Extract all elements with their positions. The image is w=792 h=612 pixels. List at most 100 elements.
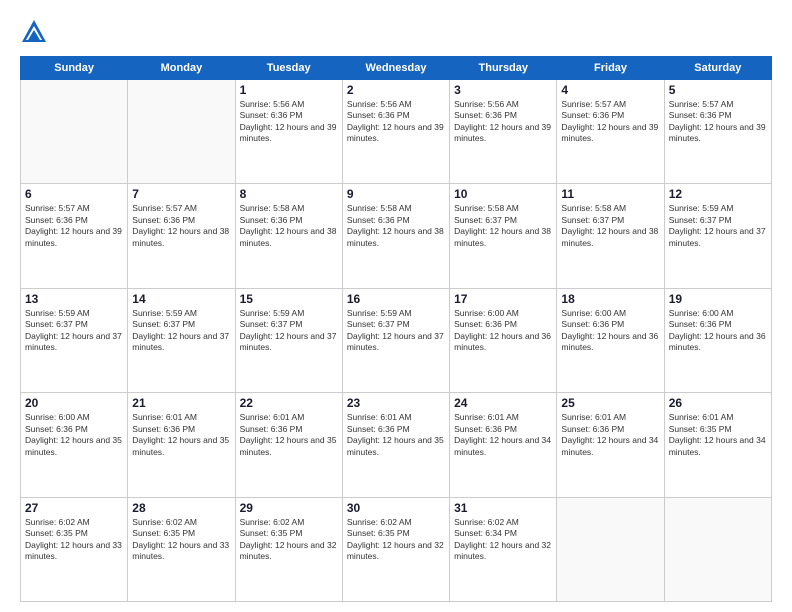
day-cell: 20 Sunrise: 6:00 AMSunset: 6:36 PMDaylig…	[21, 393, 128, 497]
day-number: 28	[132, 501, 230, 515]
day-cell: 13 Sunrise: 5:59 AMSunset: 6:37 PMDaylig…	[21, 288, 128, 392]
day-number: 27	[25, 501, 123, 515]
cell-info: Sunrise: 5:57 AMSunset: 6:36 PMDaylight:…	[669, 99, 767, 145]
day-cell: 14 Sunrise: 5:59 AMSunset: 6:37 PMDaylig…	[128, 288, 235, 392]
day-number: 1	[240, 83, 338, 97]
page: SundayMondayTuesdayWednesdayThursdayFrid…	[0, 0, 792, 612]
day-number: 9	[347, 187, 445, 201]
day-cell: 15 Sunrise: 5:59 AMSunset: 6:37 PMDaylig…	[235, 288, 342, 392]
cell-info: Sunrise: 6:01 AMSunset: 6:36 PMDaylight:…	[454, 412, 552, 458]
week-row-1: 1 Sunrise: 5:56 AMSunset: 6:36 PMDayligh…	[21, 80, 772, 184]
day-cell: 8 Sunrise: 5:58 AMSunset: 6:36 PMDayligh…	[235, 184, 342, 288]
day-number: 2	[347, 83, 445, 97]
cell-info: Sunrise: 5:57 AMSunset: 6:36 PMDaylight:…	[561, 99, 659, 145]
day-number: 26	[669, 396, 767, 410]
day-number: 10	[454, 187, 552, 201]
day-cell: 29 Sunrise: 6:02 AMSunset: 6:35 PMDaylig…	[235, 497, 342, 601]
week-row-3: 13 Sunrise: 5:59 AMSunset: 6:37 PMDaylig…	[21, 288, 772, 392]
day-cell	[128, 80, 235, 184]
cell-info: Sunrise: 5:58 AMSunset: 6:36 PMDaylight:…	[347, 203, 445, 249]
day-header-thursday: Thursday	[450, 57, 557, 80]
day-number: 29	[240, 501, 338, 515]
day-header-friday: Friday	[557, 57, 664, 80]
day-number: 6	[25, 187, 123, 201]
day-cell: 16 Sunrise: 5:59 AMSunset: 6:37 PMDaylig…	[342, 288, 449, 392]
day-cell: 12 Sunrise: 5:59 AMSunset: 6:37 PMDaylig…	[664, 184, 771, 288]
day-cell: 24 Sunrise: 6:01 AMSunset: 6:36 PMDaylig…	[450, 393, 557, 497]
day-number: 5	[669, 83, 767, 97]
day-cell	[664, 497, 771, 601]
cell-info: Sunrise: 5:59 AMSunset: 6:37 PMDaylight:…	[25, 308, 123, 354]
cell-info: Sunrise: 5:58 AMSunset: 6:37 PMDaylight:…	[561, 203, 659, 249]
day-number: 15	[240, 292, 338, 306]
day-header-saturday: Saturday	[664, 57, 771, 80]
day-header-sunday: Sunday	[21, 57, 128, 80]
day-cell: 4 Sunrise: 5:57 AMSunset: 6:36 PMDayligh…	[557, 80, 664, 184]
day-number: 21	[132, 396, 230, 410]
day-cell	[557, 497, 664, 601]
day-cell	[21, 80, 128, 184]
day-cell: 23 Sunrise: 6:01 AMSunset: 6:36 PMDaylig…	[342, 393, 449, 497]
day-number: 23	[347, 396, 445, 410]
cell-info: Sunrise: 6:02 AMSunset: 6:35 PMDaylight:…	[240, 517, 338, 563]
day-number: 7	[132, 187, 230, 201]
cell-info: Sunrise: 5:57 AMSunset: 6:36 PMDaylight:…	[25, 203, 123, 249]
calendar-table: SundayMondayTuesdayWednesdayThursdayFrid…	[20, 56, 772, 602]
day-number: 14	[132, 292, 230, 306]
day-number: 11	[561, 187, 659, 201]
day-number: 31	[454, 501, 552, 515]
day-cell: 11 Sunrise: 5:58 AMSunset: 6:37 PMDaylig…	[557, 184, 664, 288]
cell-info: Sunrise: 6:00 AMSunset: 6:36 PMDaylight:…	[669, 308, 767, 354]
header	[20, 18, 772, 46]
cell-info: Sunrise: 6:00 AMSunset: 6:36 PMDaylight:…	[561, 308, 659, 354]
cell-info: Sunrise: 6:00 AMSunset: 6:36 PMDaylight:…	[25, 412, 123, 458]
day-cell: 27 Sunrise: 6:02 AMSunset: 6:35 PMDaylig…	[21, 497, 128, 601]
cell-info: Sunrise: 5:59 AMSunset: 6:37 PMDaylight:…	[132, 308, 230, 354]
day-number: 8	[240, 187, 338, 201]
cell-info: Sunrise: 6:01 AMSunset: 6:36 PMDaylight:…	[240, 412, 338, 458]
day-number: 12	[669, 187, 767, 201]
day-number: 18	[561, 292, 659, 306]
day-cell: 21 Sunrise: 6:01 AMSunset: 6:36 PMDaylig…	[128, 393, 235, 497]
day-header-row: SundayMondayTuesdayWednesdayThursdayFrid…	[21, 57, 772, 80]
day-cell: 1 Sunrise: 5:56 AMSunset: 6:36 PMDayligh…	[235, 80, 342, 184]
day-number: 22	[240, 396, 338, 410]
day-cell: 9 Sunrise: 5:58 AMSunset: 6:36 PMDayligh…	[342, 184, 449, 288]
day-cell: 30 Sunrise: 6:02 AMSunset: 6:35 PMDaylig…	[342, 497, 449, 601]
cell-info: Sunrise: 5:56 AMSunset: 6:36 PMDaylight:…	[240, 99, 338, 145]
week-row-4: 20 Sunrise: 6:00 AMSunset: 6:36 PMDaylig…	[21, 393, 772, 497]
cell-info: Sunrise: 5:58 AMSunset: 6:37 PMDaylight:…	[454, 203, 552, 249]
day-number: 30	[347, 501, 445, 515]
cell-info: Sunrise: 5:56 AMSunset: 6:36 PMDaylight:…	[454, 99, 552, 145]
cell-info: Sunrise: 6:01 AMSunset: 6:36 PMDaylight:…	[347, 412, 445, 458]
day-cell: 3 Sunrise: 5:56 AMSunset: 6:36 PMDayligh…	[450, 80, 557, 184]
day-cell: 2 Sunrise: 5:56 AMSunset: 6:36 PMDayligh…	[342, 80, 449, 184]
cell-info: Sunrise: 6:02 AMSunset: 6:35 PMDaylight:…	[25, 517, 123, 563]
cell-info: Sunrise: 5:56 AMSunset: 6:36 PMDaylight:…	[347, 99, 445, 145]
week-row-5: 27 Sunrise: 6:02 AMSunset: 6:35 PMDaylig…	[21, 497, 772, 601]
day-number: 3	[454, 83, 552, 97]
cell-info: Sunrise: 5:59 AMSunset: 6:37 PMDaylight:…	[347, 308, 445, 354]
cell-info: Sunrise: 6:00 AMSunset: 6:36 PMDaylight:…	[454, 308, 552, 354]
cell-info: Sunrise: 5:59 AMSunset: 6:37 PMDaylight:…	[669, 203, 767, 249]
day-cell: 5 Sunrise: 5:57 AMSunset: 6:36 PMDayligh…	[664, 80, 771, 184]
day-cell: 19 Sunrise: 6:00 AMSunset: 6:36 PMDaylig…	[664, 288, 771, 392]
day-cell: 31 Sunrise: 6:02 AMSunset: 6:34 PMDaylig…	[450, 497, 557, 601]
day-number: 24	[454, 396, 552, 410]
day-header-monday: Monday	[128, 57, 235, 80]
day-number: 20	[25, 396, 123, 410]
day-header-tuesday: Tuesday	[235, 57, 342, 80]
day-cell: 17 Sunrise: 6:00 AMSunset: 6:36 PMDaylig…	[450, 288, 557, 392]
day-cell: 6 Sunrise: 5:57 AMSunset: 6:36 PMDayligh…	[21, 184, 128, 288]
cell-info: Sunrise: 6:01 AMSunset: 6:35 PMDaylight:…	[669, 412, 767, 458]
week-row-2: 6 Sunrise: 5:57 AMSunset: 6:36 PMDayligh…	[21, 184, 772, 288]
day-number: 4	[561, 83, 659, 97]
day-cell: 18 Sunrise: 6:00 AMSunset: 6:36 PMDaylig…	[557, 288, 664, 392]
day-cell: 7 Sunrise: 5:57 AMSunset: 6:36 PMDayligh…	[128, 184, 235, 288]
cell-info: Sunrise: 6:01 AMSunset: 6:36 PMDaylight:…	[561, 412, 659, 458]
logo	[20, 18, 52, 46]
day-number: 19	[669, 292, 767, 306]
day-number: 17	[454, 292, 552, 306]
day-header-wednesday: Wednesday	[342, 57, 449, 80]
cell-info: Sunrise: 6:01 AMSunset: 6:36 PMDaylight:…	[132, 412, 230, 458]
